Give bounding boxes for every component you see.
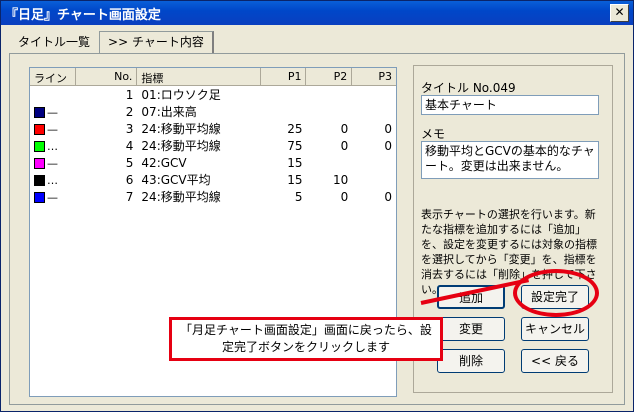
cell-p3: 0 (384, 138, 393, 153)
delete-button[interactable]: 削除 (437, 349, 505, 373)
cell-p1 (261, 111, 307, 113)
tab-bar: タイトル一覧 >> チャート内容 (9, 31, 214, 53)
cell-p1: 5 (294, 189, 303, 204)
tab-chart-content[interactable]: >> チャート内容 (99, 31, 214, 53)
cell-p1: 15 (287, 172, 303, 187)
line-style-cell: — (30, 155, 76, 171)
title-field: 基本チャート (421, 95, 599, 115)
line-style-cell: — (30, 189, 76, 205)
line-style-icon: … (47, 173, 58, 187)
color-swatch-icon (34, 123, 45, 135)
cell-p1: 75 (287, 138, 303, 153)
tab-title-list[interactable]: タイトル一覧 (9, 31, 99, 53)
cell-p3: 0 (384, 189, 393, 204)
cell-p2: 0 (340, 138, 349, 153)
table-row[interactable]: 1 01:ロウソク足 (30, 86, 396, 103)
close-button[interactable]: ✕ (610, 4, 629, 22)
list-header: ライン No. 指標 P1 P2 P3 (30, 68, 396, 86)
cell-no: 6 (125, 172, 134, 187)
list-rows: 1 01:ロウソク足 —2 07:出来高 —3 24:移動平均線 25 0 0… 4 24:移動平均… (30, 86, 396, 205)
cell-p3 (352, 111, 396, 113)
cell-no: 4 (125, 138, 134, 153)
table-row[interactable]: —3 24:移動平均線 25 0 0 (30, 120, 396, 137)
header-line[interactable]: ライン (30, 68, 76, 85)
cell-p1: 25 (287, 121, 303, 136)
cell-name: 42:GCV (141, 155, 187, 170)
cell-p2: 0 (340, 189, 349, 204)
line-style-cell: — (30, 121, 76, 137)
callout-annotation: 「月足チャート画面設定」画面に戻ったら、設定完了ボタンをクリックします (169, 317, 443, 361)
line-style-cell (30, 94, 76, 96)
header-name[interactable]: 指標 (137, 68, 261, 85)
cell-name: 24:移動平均線 (141, 190, 221, 204)
highlight-ring (513, 269, 599, 317)
line-style-icon: … (47, 139, 58, 153)
change-button[interactable]: 変更 (437, 317, 505, 341)
memo-field: 移動平均とGCVの基本的なチャート。変更は出来ません。 (421, 141, 599, 179)
color-swatch-icon (34, 191, 45, 203)
header-p3[interactable]: P3 (352, 68, 396, 85)
cell-p1 (261, 94, 307, 96)
table-row[interactable]: … 6 43:GCV平均 15 10 (30, 171, 396, 188)
window-title: 『日足』チャート画面設定 (5, 7, 161, 23)
header-p1[interactable]: P1 (261, 68, 307, 85)
color-swatch-icon (34, 140, 45, 152)
table-row[interactable]: — 5 42:GCV 15 (30, 154, 396, 171)
table-row[interactable]: — 7 24:移動平均線 5 0 0 (30, 188, 396, 205)
back-button[interactable]: << 戻る (521, 349, 589, 373)
title-field-label: タイトル No.049 (421, 81, 516, 95)
line-style-cell: — (30, 104, 76, 120)
cell-p3 (352, 179, 396, 181)
cell-no: 2 (125, 104, 134, 119)
cell-no: 5 (125, 155, 134, 170)
line-style-icon: — (47, 156, 58, 170)
color-swatch-icon (34, 106, 45, 118)
line-style-icon: — (47, 122, 58, 136)
cell-p2: 10 (332, 172, 349, 187)
cell-no: 7 (125, 189, 134, 204)
cell-p2 (306, 94, 352, 96)
settings-window: 『日足』チャート画面設定 ✕ タイトル一覧 >> チャート内容 ライン No. … (0, 0, 634, 412)
cell-p2 (306, 162, 352, 164)
line-style-icon: — (47, 105, 58, 119)
cell-p1: 15 (287, 155, 303, 170)
header-p2[interactable]: P2 (306, 68, 353, 85)
line-style-icon: — (47, 190, 58, 204)
color-swatch-icon (34, 174, 45, 186)
table-row[interactable]: … 4 24:移動平均線 75 0 0 (30, 137, 396, 154)
cell-p2: 0 (340, 121, 349, 136)
cell-p3 (352, 162, 396, 164)
cell-name: 24:移動平均線 (141, 139, 221, 153)
cell-no: 3 (125, 121, 134, 136)
memo-field-label: メモ (421, 127, 446, 141)
table-row[interactable]: —2 07:出来高 (30, 103, 396, 120)
cell-p3 (352, 94, 396, 96)
line-style-cell: … (30, 172, 76, 188)
header-no[interactable]: No. (76, 68, 138, 85)
titlebar: 『日足』チャート画面設定 ✕ (1, 1, 633, 25)
line-style-cell: … (30, 138, 76, 154)
color-swatch-icon (34, 157, 45, 169)
cell-p3: 0 (384, 121, 393, 136)
cell-no: 1 (125, 87, 134, 102)
cell-p2 (306, 111, 352, 113)
cancel-button[interactable]: キャンセル (521, 317, 589, 341)
